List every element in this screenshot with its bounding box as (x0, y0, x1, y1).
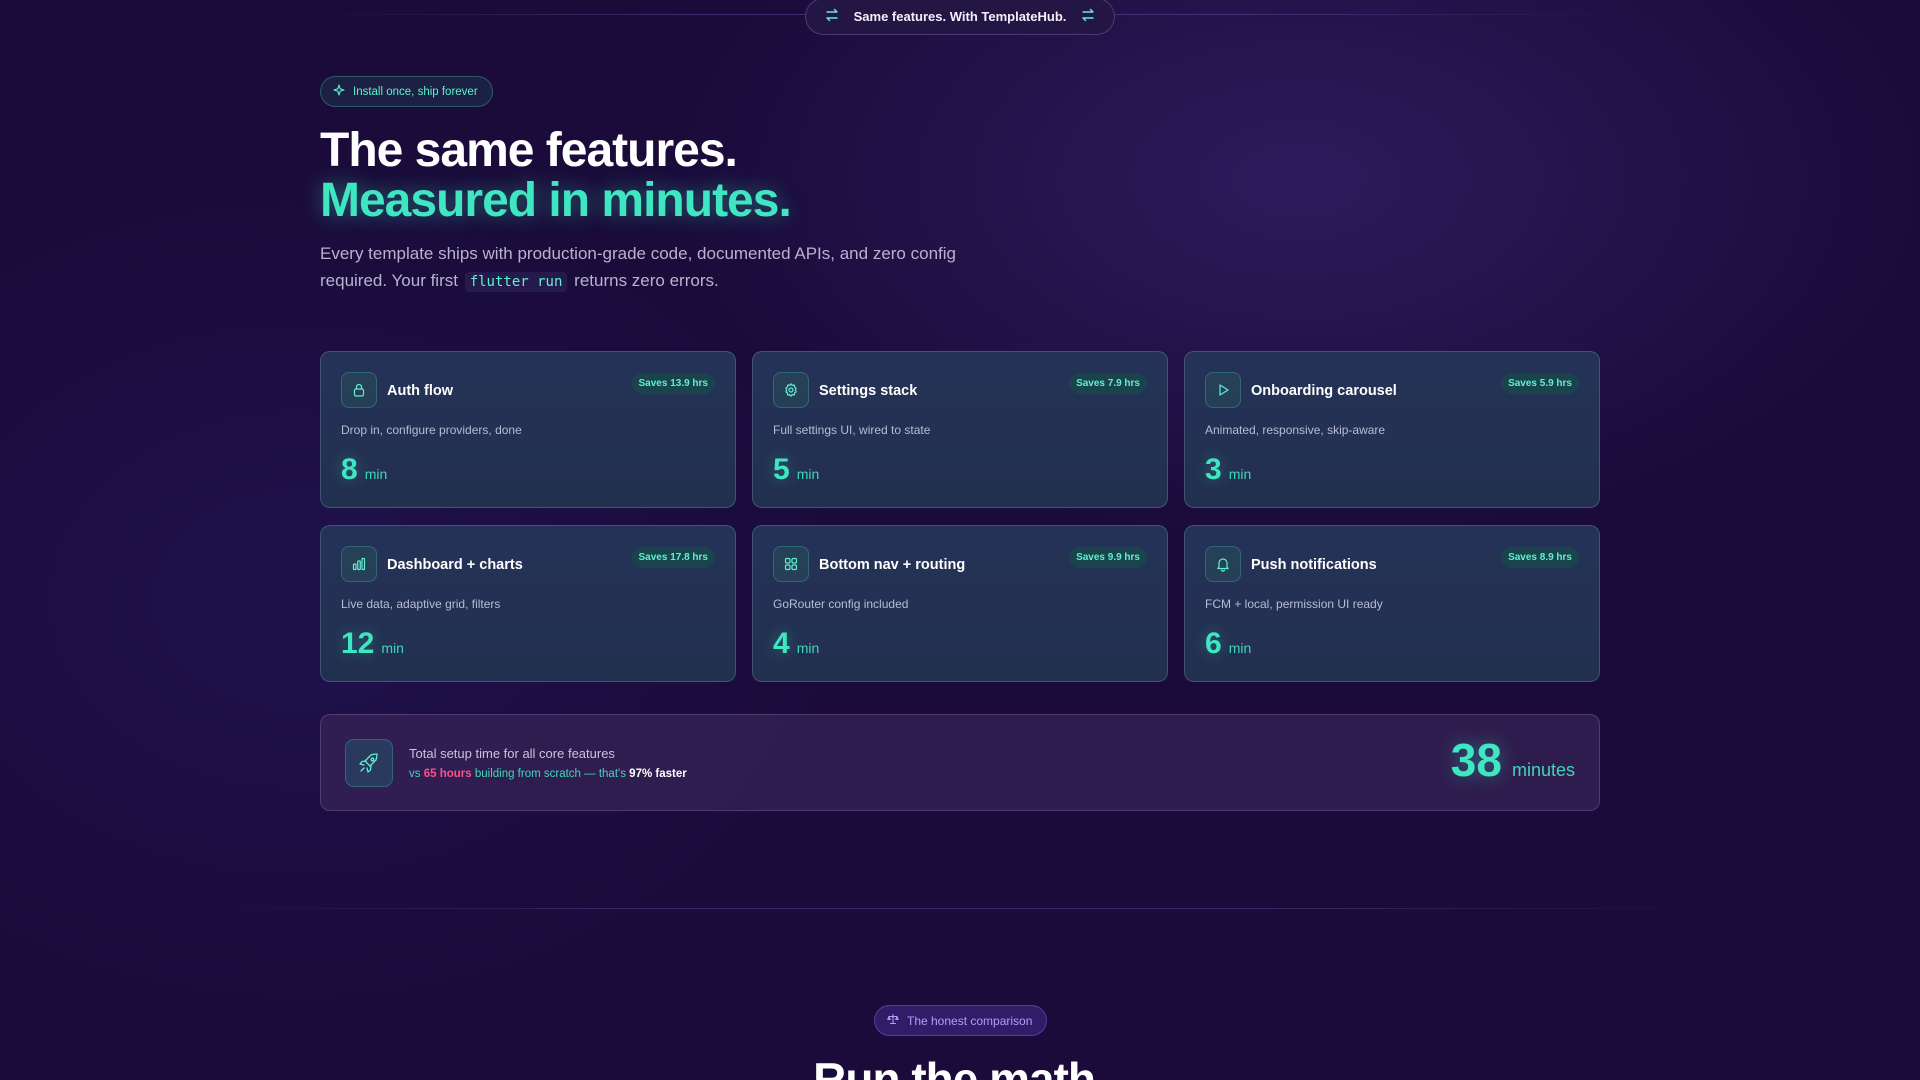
total-minutes-value: 38 (1450, 734, 1502, 786)
feature-time: 6 min (1205, 627, 1251, 661)
swap-icon (1080, 7, 1096, 26)
feature-minutes: 5 (773, 453, 790, 486)
banner-pill[interactable]: Same features. With TemplateHub. (805, 0, 1115, 35)
lede-text-after: returns zero errors. (574, 271, 719, 290)
feature-title: Bottom nav + routing (819, 557, 966, 573)
feature-minutes: 4 (773, 627, 790, 660)
headline-line-1: The same features. (320, 124, 738, 177)
feature-minutes: 8 (341, 453, 358, 486)
feature-unit: min (381, 640, 404, 656)
total-setup-summary: Total setup time for all core features v… (320, 714, 1600, 811)
lock-icon (341, 372, 377, 408)
feature-title: Auth flow (387, 383, 454, 399)
bell-icon (1205, 546, 1241, 582)
feature-description: Animated, responsive, skip-aware (1205, 423, 1386, 437)
play-icon (1205, 372, 1241, 408)
feature-unit: min (1228, 640, 1252, 656)
feature-description: Full settings UI, wired to state (773, 423, 931, 437)
feature-unit: min (796, 640, 820, 656)
feature-description: Drop in, configure providers, done (341, 423, 522, 437)
total-minutes-unit: minutes (1511, 760, 1575, 780)
hero-description: Every template ships with production-gra… (320, 240, 980, 296)
feature-minutes: 6 (1205, 627, 1222, 660)
total-sub-middle: building from scratch — that's (474, 768, 626, 780)
rocket-icon (345, 739, 393, 787)
saves-badge: Saves 17.8 hrs (631, 547, 715, 568)
total-comparison: vs 65 hours building from scratch — that… (409, 768, 687, 780)
feature-time: 4 min (773, 627, 819, 661)
feature-minutes: 12 (341, 627, 375, 660)
saves-badge: Saves 7.9 hrs (1069, 373, 1147, 394)
headline: The same features. Measured in minutes. (320, 124, 792, 227)
bar-chart-icon (341, 546, 377, 582)
saves-badge: Saves 5.9 hrs (1501, 373, 1579, 394)
feature-time: 5 min (773, 453, 819, 487)
feature-card-onboarding-carousel[interactable]: Onboarding carousel Saves 5.9 hrs Animat… (1184, 351, 1600, 508)
comparison-badge-label: The honest comparison (907, 1013, 1033, 1028)
hero-badge-label: Install once, ship forever (353, 85, 478, 98)
feature-card-dashboard-charts[interactable]: Dashboard + charts Saves 17.8 hrs Live d… (320, 525, 736, 682)
feature-description: FCM + local, permission UI ready (1205, 597, 1383, 611)
feature-unit: min (1228, 466, 1252, 482)
swap-icon (824, 7, 840, 26)
feature-card-auth-flow[interactable]: Auth flow Saves 13.9 hrs Drop in, config… (320, 351, 736, 508)
page: Same features. With TemplateHub. Install… (0, 0, 1920, 1080)
total-time: 38 minutes (1451, 733, 1575, 787)
feature-title: Settings stack (819, 383, 918, 399)
total-faster: 97% faster (629, 768, 687, 780)
feature-unit: min (796, 466, 820, 482)
hero-badge: Install once, ship forever (320, 76, 493, 107)
feature-card-push-notifications[interactable]: Push notifications Saves 8.9 hrs FCM + l… (1184, 525, 1600, 682)
feature-title: Push notifications (1251, 557, 1377, 573)
feature-description: Live data, adaptive grid, filters (341, 597, 501, 611)
comparison-badge: The honest comparison (874, 1005, 1048, 1036)
banner-text: Same features. With TemplateHub. (853, 9, 1067, 24)
feature-time: 12 min (341, 627, 404, 661)
section-divider (200, 908, 1720, 909)
total-sub-prefix: vs (409, 768, 421, 780)
saves-badge: Saves 13.9 hrs (631, 373, 715, 394)
feature-minutes: 3 (1205, 453, 1222, 486)
feature-description: GoRouter config included (773, 597, 909, 611)
grid-icon (773, 546, 809, 582)
gear-icon (773, 372, 809, 408)
feature-title: Onboarding carousel (1251, 383, 1397, 399)
total-label: Total setup time for all core features (409, 746, 615, 761)
feature-card-bottom-nav-routing[interactable]: Bottom nav + routing Saves 9.9 hrs GoRou… (752, 525, 1168, 682)
feature-card-settings-stack[interactable]: Settings stack Saves 7.9 hrs Full settin… (752, 351, 1168, 508)
feature-unit: min (364, 466, 388, 482)
saves-badge: Saves 8.9 hrs (1501, 547, 1579, 568)
total-scratch-hours: 65 hours (423, 768, 472, 780)
scale-icon (887, 1013, 899, 1028)
feature-time: 8 min (341, 453, 387, 487)
headline-line-2: Measured in minutes. (320, 174, 792, 227)
comparison-title: Run the math. (813, 1053, 1108, 1080)
feature-title: Dashboard + charts (387, 557, 523, 573)
feature-time: 3 min (1205, 453, 1251, 487)
sparkle-icon (333, 84, 345, 99)
lede-code: flutter run (464, 272, 568, 292)
saves-badge: Saves 9.9 hrs (1069, 547, 1147, 568)
feature-grid: Auth flow Saves 13.9 hrs Drop in, config… (320, 351, 1600, 682)
